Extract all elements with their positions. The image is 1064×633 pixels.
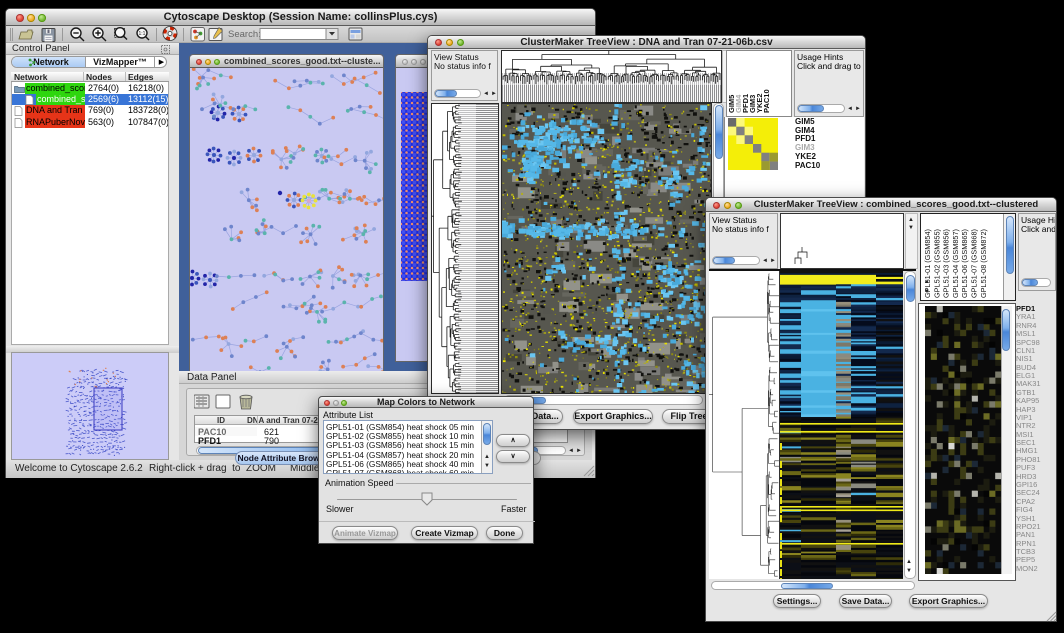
- svg-text:GPL51-02 (GSM855): GPL51-02 (GSM855): [932, 229, 941, 298]
- svg-text:GPL51-06 (GSM865): GPL51-06 (GSM865): [960, 229, 969, 298]
- svg-text:GPL51-03 (GSM856): GPL51-03 (GSM856): [942, 229, 951, 298]
- svg-text:GPL51-04 (GSM857): GPL51-04 (GSM857): [951, 229, 960, 298]
- svg-text:1:1: 1:1: [139, 31, 146, 37]
- svg-text:Search:: Search:: [228, 29, 261, 40]
- svg-text:PAC10: PAC10: [762, 89, 771, 113]
- svg-text:GPL51-08 (GSM872): GPL51-08 (GSM872): [979, 229, 988, 298]
- svg-text:GPL51-07 (GSM868): GPL51-07 (GSM868): [970, 229, 979, 298]
